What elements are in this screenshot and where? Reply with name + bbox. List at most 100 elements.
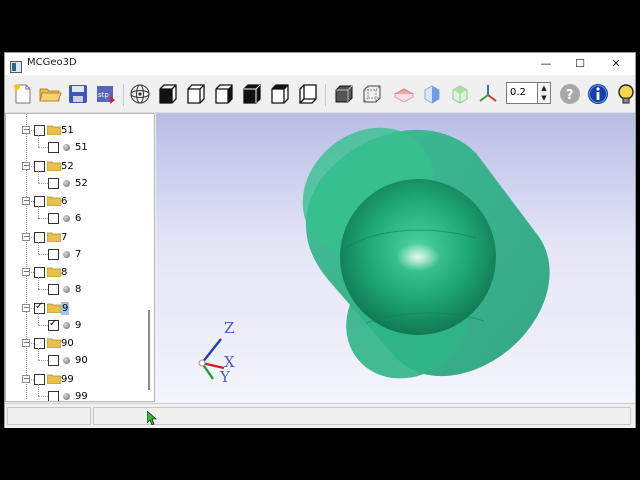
- tree-folder-row[interactable]: − 90: [6, 335, 146, 352]
- folder-checkbox[interactable]: [34, 196, 45, 207]
- section-zx-button[interactable]: [448, 82, 472, 106]
- tree-item-row[interactable]: 7: [6, 242, 146, 263]
- item-label[interactable]: 9: [75, 319, 81, 332]
- folder-checkbox[interactable]: [34, 374, 45, 385]
- collapse-icon[interactable]: −: [22, 268, 30, 276]
- view-top-button[interactable]: [268, 82, 292, 106]
- window-title: MCGeo3D: [27, 57, 77, 68]
- tree-folder-row[interactable]: − 51: [6, 122, 146, 139]
- collapse-icon[interactable]: −: [22, 126, 30, 134]
- view-back-button[interactable]: [184, 82, 208, 106]
- item-checkbox[interactable]: [48, 355, 59, 366]
- view-front-button[interactable]: [156, 82, 180, 106]
- tree-folder-row[interactable]: −8: [6, 264, 146, 281]
- item-checkbox[interactable]: [48, 318, 59, 331]
- folder-label[interactable]: 51: [61, 124, 74, 137]
- export-stp-button[interactable]: stp: [94, 82, 118, 106]
- section-yz-button[interactable]: [420, 82, 444, 106]
- view-left-button[interactable]: [212, 82, 236, 106]
- folder-checkbox[interactable]: [34, 161, 45, 172]
- model-tree[interactable]: −5151−5252−66−77−88−99−9090−9999: [5, 113, 155, 402]
- item-checkbox[interactable]: [48, 391, 59, 401]
- item-label[interactable]: 90: [75, 354, 88, 367]
- info-button[interactable]: [586, 82, 610, 106]
- tree-folder-row[interactable]: − 99: [6, 371, 146, 388]
- collapse-icon[interactable]: −: [22, 339, 30, 347]
- tree-folder-row[interactable]: −7: [6, 229, 146, 246]
- minimize-button[interactable]: —: [531, 53, 561, 75]
- collapse-icon[interactable]: −: [22, 304, 30, 312]
- toolbar-separator: [123, 84, 124, 106]
- tree-folder-row[interactable]: − 52: [6, 158, 146, 175]
- open-folder-button[interactable]: [38, 82, 62, 106]
- tree-item-row[interactable]: 51: [6, 135, 146, 156]
- tree-item-row[interactable]: 90: [6, 348, 146, 369]
- tree-item-row[interactable]: 8: [6, 277, 146, 298]
- folder-icon: [46, 267, 62, 278]
- folder-label[interactable]: 8: [61, 266, 67, 279]
- tree-item-row[interactable]: 52: [6, 171, 146, 192]
- item-checkbox[interactable]: [48, 249, 59, 260]
- stepper-up-icon[interactable]: ▲: [538, 83, 550, 93]
- zoom-stepper[interactable]: ▲ ▼: [538, 82, 551, 104]
- tips-button[interactable]: [614, 82, 634, 106]
- solid-body-icon: [63, 357, 70, 364]
- view-orbit-button[interactable]: [128, 82, 152, 106]
- folder-label[interactable]: 90: [61, 337, 74, 350]
- item-label[interactable]: 52: [75, 177, 88, 190]
- tree-connector: [38, 135, 39, 147]
- item-label[interactable]: 8: [75, 283, 81, 296]
- cube-bottom-icon: [299, 84, 317, 104]
- view-right-button[interactable]: [240, 82, 264, 106]
- lightbulb-icon: [618, 84, 634, 104]
- section-xy-button[interactable]: [392, 82, 416, 106]
- collapse-icon[interactable]: −: [22, 375, 30, 383]
- folder-checkbox[interactable]: [34, 301, 45, 314]
- tree-item-row[interactable]: 6: [6, 206, 146, 227]
- svg-text:stp: stp: [98, 91, 109, 99]
- help-button[interactable]: ?: [558, 82, 582, 106]
- shaded-mode-button[interactable]: [332, 82, 356, 106]
- tree-scrollbar-thumb[interactable]: [148, 310, 150, 390]
- item-label[interactable]: 99: [75, 390, 88, 401]
- 3d-viewport[interactable]: Z X Y: [156, 113, 635, 402]
- z-axis-label: Z: [224, 319, 234, 337]
- item-checkbox[interactable]: [48, 213, 59, 224]
- tree-folder-row[interactable]: −6: [6, 193, 146, 210]
- collapse-icon[interactable]: −: [22, 233, 30, 241]
- solid-body-icon: [63, 180, 70, 187]
- view-bottom-button[interactable]: [296, 82, 320, 106]
- folder-checkbox[interactable]: [34, 267, 45, 278]
- toolbar-separator: [325, 84, 326, 106]
- item-label[interactable]: 7: [75, 248, 81, 261]
- tree-item-row[interactable]: 9: [6, 313, 146, 334]
- help-icon: ?: [560, 84, 580, 104]
- collapse-icon[interactable]: −: [22, 162, 30, 170]
- item-checkbox[interactable]: [48, 142, 59, 153]
- close-button[interactable]: ✕: [601, 53, 631, 75]
- maximize-button[interactable]: ☐: [565, 53, 595, 75]
- folder-label[interactable]: 52: [61, 160, 74, 173]
- tree-folder-row[interactable]: −9: [6, 300, 146, 317]
- wireframe-mode-button[interactable]: [360, 82, 384, 106]
- folder-label[interactable]: 9: [61, 302, 70, 315]
- folder-label[interactable]: 99: [61, 373, 74, 386]
- folder-checkbox[interactable]: [34, 232, 45, 243]
- folder-label[interactable]: 7: [61, 231, 67, 244]
- item-label[interactable]: 51: [75, 141, 88, 154]
- save-button[interactable]: [66, 82, 90, 106]
- folder-checkbox[interactable]: [34, 338, 45, 349]
- tree-item-row[interactable]: 99: [6, 384, 146, 401]
- item-label[interactable]: 6: [75, 212, 81, 225]
- zoom-input[interactable]: 0.2: [506, 82, 538, 104]
- solid-body-icon: [63, 322, 70, 329]
- item-checkbox[interactable]: [48, 284, 59, 295]
- main-window: MCGeo3D — ☐ ✕ stp 0.2 ▲ ▼ ? − 51 51 − 52…: [4, 52, 636, 428]
- folder-label[interactable]: 6: [61, 195, 67, 208]
- folder-checkbox[interactable]: [34, 125, 45, 136]
- item-checkbox[interactable]: [48, 178, 59, 189]
- collapse-icon[interactable]: −: [22, 197, 30, 205]
- axes-button[interactable]: [476, 82, 500, 106]
- new-file-button[interactable]: [11, 82, 35, 106]
- stepper-down-icon[interactable]: ▼: [538, 93, 550, 103]
